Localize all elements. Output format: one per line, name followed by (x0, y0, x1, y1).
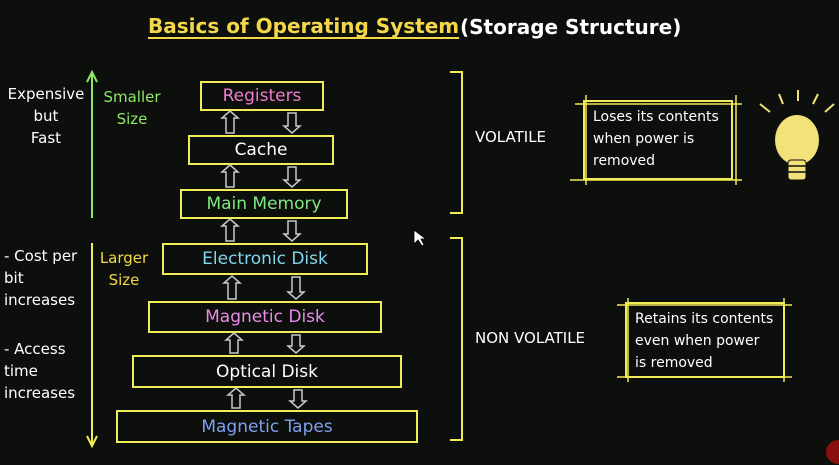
volatile-bracket (450, 71, 463, 214)
mouse-cursor-icon (413, 229, 428, 247)
upward-arrow-icon (86, 69, 98, 218)
light-bulb-icon (759, 90, 835, 181)
note-box-sketch-lines (570, 95, 792, 382)
diagram-decorations (86, 69, 839, 464)
downward-arrow-icon (86, 243, 98, 449)
corner-mark (826, 440, 839, 464)
non-volatile-bracket (450, 237, 463, 441)
transfer-arrows (220, 110, 308, 409)
